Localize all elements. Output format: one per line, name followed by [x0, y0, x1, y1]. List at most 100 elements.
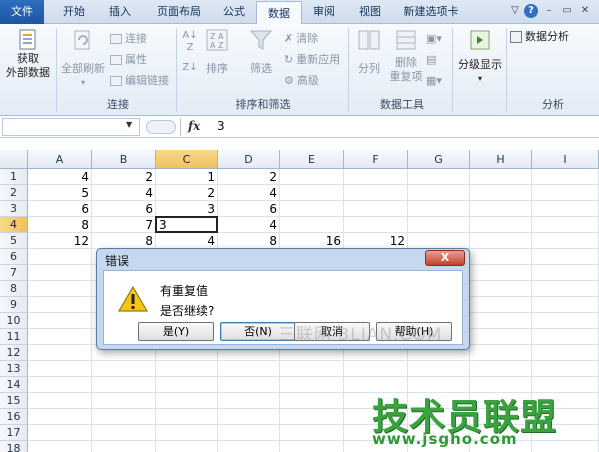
row-header-11[interactable]: 11 — [0, 329, 28, 345]
cell-f5[interactable]: 12 — [344, 233, 408, 249]
help-icon[interactable]: ? — [524, 4, 538, 18]
connections-button[interactable]: 连接 — [110, 32, 147, 46]
cell-b4[interactable]: 7 — [92, 217, 156, 233]
cell-b2[interactable]: 4 — [92, 185, 156, 201]
row-header-10[interactable]: 10 — [0, 313, 28, 329]
watermark-3lian: 三联网 3LIAN.COM — [278, 325, 443, 345]
column-header-h[interactable]: H — [470, 150, 532, 169]
minimize-icon[interactable]: – — [542, 4, 556, 18]
tab-data[interactable]: 数据 — [256, 1, 302, 25]
row-header-17[interactable]: 17 — [0, 425, 28, 441]
row-header-12[interactable]: 12 — [0, 345, 28, 361]
clear-button[interactable]: ✗ 清除 — [284, 32, 318, 46]
name-box[interactable] — [2, 118, 140, 136]
tab-file[interactable]: 文件 — [0, 0, 44, 24]
cell-c3[interactable]: 3 — [156, 201, 218, 217]
cell-b5[interactable]: 8 — [92, 233, 156, 249]
row-header-3[interactable]: 3 — [0, 201, 28, 217]
column-header-i[interactable]: I — [532, 150, 599, 169]
tab-new-tab[interactable]: 新建选项卡 — [396, 0, 466, 24]
tab-review[interactable]: 审阅 — [304, 0, 344, 24]
row-header-8[interactable]: 8 — [0, 281, 28, 297]
group-label-sort-filter: 排序和筛选 — [235, 98, 291, 111]
cell-d4[interactable]: 4 — [218, 217, 280, 233]
sort-descending-button[interactable]: Z↓ — [180, 62, 200, 82]
group-divider — [348, 28, 349, 112]
row-header-14[interactable]: 14 — [0, 377, 28, 393]
cell-b3[interactable]: 6 — [92, 201, 156, 217]
yes-button[interactable]: 是(Y) — [138, 322, 214, 341]
data-validation-icon: ▣▾ — [426, 32, 442, 45]
row-header-15[interactable]: 15 — [0, 393, 28, 409]
row-header-13[interactable]: 13 — [0, 361, 28, 377]
column-header-f[interactable]: F — [344, 150, 408, 169]
outline-button[interactable]: 分级显示 ▾ — [456, 28, 504, 92]
refresh-all-button[interactable]: 全部刷新 ▾ — [60, 28, 106, 88]
cell-c5[interactable]: 4 — [156, 233, 218, 249]
data-validation-button[interactable]: ▣▾ — [426, 32, 442, 46]
select-all-corner[interactable] — [0, 150, 28, 169]
column-header-b[interactable]: B — [92, 150, 156, 169]
gridline-row — [28, 376, 599, 377]
remove-duplicates-button[interactable]: 删除 重复项 — [388, 28, 424, 92]
text-to-columns-button[interactable]: 分列 — [352, 28, 386, 88]
cell-d5[interactable]: 8 — [218, 233, 280, 249]
row-header-5[interactable]: 5 — [0, 233, 28, 249]
column-header-e[interactable]: E — [280, 150, 344, 169]
row-header-6[interactable]: 6 — [0, 249, 28, 265]
get-external-data-button[interactable]: 获取 外部数据 — [2, 28, 54, 88]
tab-view[interactable]: 视图 — [350, 0, 390, 24]
column-header-g[interactable]: G — [408, 150, 470, 169]
cell-a1[interactable]: 4 — [28, 169, 92, 185]
cell-a4[interactable]: 8 — [28, 217, 92, 233]
filter-button[interactable]: 筛选 — [244, 28, 278, 88]
column-header-d[interactable]: D — [218, 150, 280, 169]
tab-insert[interactable]: 插入 — [100, 0, 140, 24]
row-header-18[interactable]: 18 — [0, 441, 28, 452]
column-header-c[interactable]: C — [156, 150, 218, 169]
cell-d1[interactable]: 2 — [218, 169, 280, 185]
name-box-dropdown-icon[interactable]: ▼ — [126, 120, 132, 129]
tab-home[interactable]: 开始 — [54, 0, 94, 24]
formula-bar-resize-handle[interactable] — [146, 120, 176, 134]
properties-button[interactable]: 属性 — [110, 53, 147, 67]
consolidate-button[interactable]: ▤ — [426, 53, 436, 67]
row-header-9[interactable]: 9 — [0, 297, 28, 313]
cell-c2[interactable]: 2 — [156, 185, 218, 201]
svg-text:Z A: Z A — [210, 32, 224, 41]
cell-d2[interactable]: 4 — [218, 185, 280, 201]
minimize-ribbon-icon[interactable]: ▽ — [508, 4, 522, 18]
data-analysis-button[interactable]: 数据分析 — [510, 30, 596, 46]
formula-input[interactable]: 3 — [217, 119, 225, 133]
close-icon[interactable]: ✕ — [578, 4, 592, 18]
sort-button[interactable]: Z A A Z 排序 — [202, 28, 232, 88]
tab-page-layout[interactable]: 页面布局 — [146, 0, 212, 24]
row-header-4[interactable]: 4 — [0, 217, 28, 233]
outline-label: 分级显示 — [458, 58, 502, 71]
row-header-16[interactable]: 16 — [0, 409, 28, 425]
reapply-button[interactable]: ↻ 重新应用 — [284, 53, 340, 67]
connections-label: 连接 — [125, 32, 147, 45]
active-cell-value: 3 — [159, 218, 167, 232]
restore-icon[interactable]: ▭ — [560, 4, 574, 18]
row-header-1[interactable]: 1 — [0, 169, 28, 185]
sort-icon: Z A A Z — [206, 29, 228, 51]
cell-a2[interactable]: 5 — [28, 185, 92, 201]
insert-function-icon[interactable]: fx — [188, 119, 200, 133]
cell-a3[interactable]: 6 — [28, 201, 92, 217]
what-if-button[interactable]: ▦▾ — [426, 74, 442, 88]
cell-d3[interactable]: 6 — [218, 201, 280, 217]
cell-a5[interactable]: 12 — [28, 233, 92, 249]
cell-b1[interactable]: 2 — [92, 169, 156, 185]
sort-descending-icon: Z↓ — [182, 62, 198, 73]
cell-c1[interactable]: 1 — [156, 169, 218, 185]
row-header-7[interactable]: 7 — [0, 265, 28, 281]
warning-icon — [118, 285, 148, 312]
advanced-button[interactable]: ⚙ 高级 — [284, 74, 319, 88]
edit-links-button[interactable]: 编辑链接 — [110, 74, 169, 88]
row-header-2[interactable]: 2 — [0, 185, 28, 201]
dialog-close-button[interactable]: X — [425, 250, 465, 266]
cell-e5[interactable]: 16 — [280, 233, 344, 249]
tab-formulas[interactable]: 公式 — [214, 0, 254, 24]
column-header-a[interactable]: A — [28, 150, 92, 169]
